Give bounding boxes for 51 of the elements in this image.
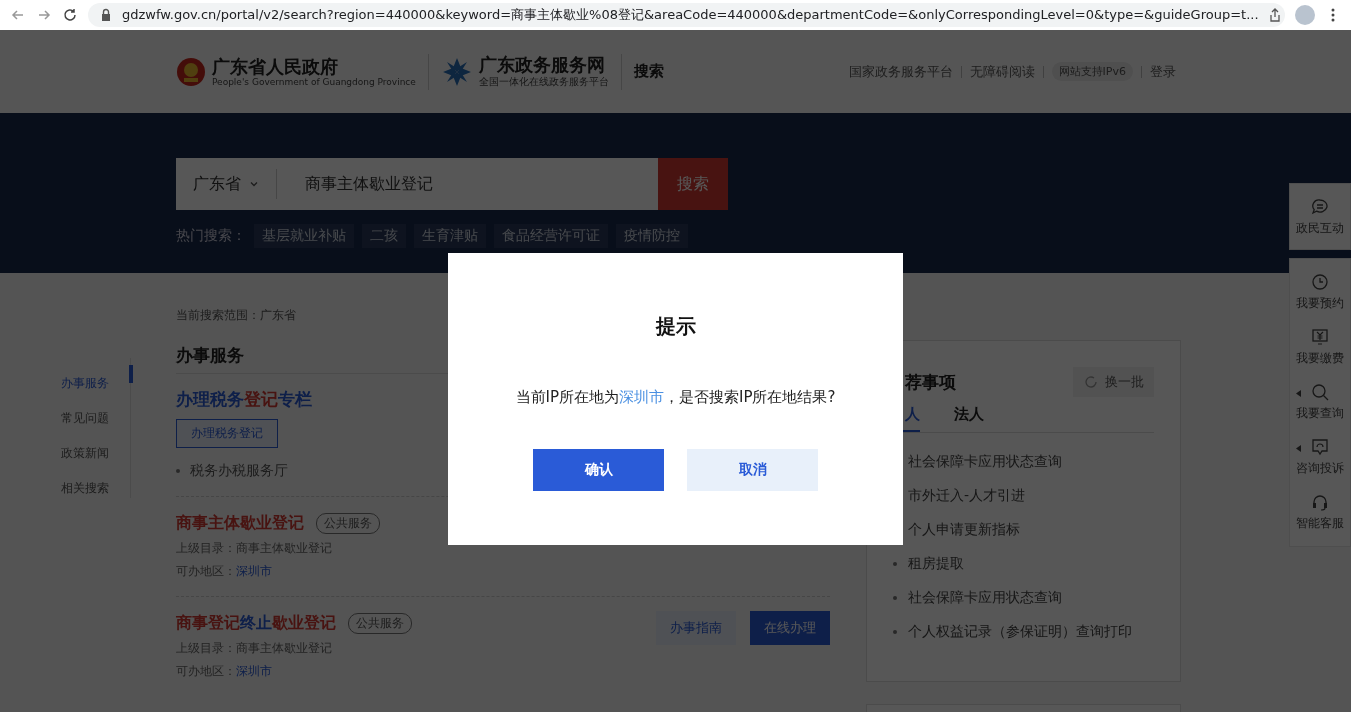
guide-button[interactable]: 办事指南 [656,611,736,645]
recommend-link[interactable]: 社会保障卡应用状态查询 [908,589,1062,607]
recommend-link[interactable]: 个人权益记录（参保证明）查询打印 [908,623,1132,641]
search-button[interactable]: 搜索 [658,158,728,210]
side-menu-item[interactable]: 政民互动 [1290,184,1350,249]
site-title: 广东省人民政府 [212,56,339,77]
message-box-icon [1311,438,1329,456]
side-menu-item[interactable]: 咨询投诉 [1290,430,1350,485]
sidebar-item[interactable]: 办事服务 [61,365,131,400]
result-title[interactable]: 商事主体歇业登记 [176,513,304,534]
address-bar[interactable]: gdzwfw.gov.cn/portal/v2/search?region=440000&keyword=商事主体歇业%08登记&areaCode=440000&departmentCode=&onlyCorrespondingLevel=0&type=&guideGroup=t... [88,3,1285,27]
caret-icon [1296,445,1301,452]
card-title: 荐事项 [905,370,956,394]
side-menu-item[interactable]: 我要缴费 [1290,320,1350,375]
bullet-icon [893,630,897,634]
tab[interactable]: 法人 [954,403,984,432]
recommend-link[interactable]: 个人申请更新指标 [908,521,1020,539]
bullet-icon [893,596,897,600]
recommend-link[interactable]: 租房提取 [908,555,964,573]
apply-online-button[interactable]: 在线办理 [750,611,830,645]
caret-icon [1296,390,1301,397]
chevron-down-icon [249,179,259,189]
bullet-icon [893,562,897,566]
reload-icon[interactable] [62,7,78,23]
area-link[interactable]: 深圳市 [236,664,272,678]
recommend-link[interactable]: 社会保障卡应用状态查询 [908,453,1062,471]
dialog-title: 提示 [655,313,696,340]
clock-icon [1311,273,1329,291]
dialog-message: 当前IP所在地为深圳市，是否搜索IP所在地结果? [515,388,836,407]
speech-bubble-icon [1311,198,1329,216]
url-text: gdzwfw.gov.cn/portal/v2/search?region=440000&keyword=商事主体歇业%08登记&areaCode=440000&departmentCode=&onlyCorrespondingLevel=0&type=&guideGroup=t... [122,6,1259,24]
location-link[interactable]: 深圳市 [619,388,664,406]
confirm-button[interactable]: 确认 [533,449,664,491]
result-title[interactable]: 商事登记终止歇业登记 [176,613,336,634]
cancel-button[interactable]: 取消 [687,449,818,491]
search-icon [1311,383,1329,401]
emblem-icon [176,56,206,87]
refresh-icon [1083,374,1099,390]
tax-registration-button[interactable]: 办理税务登记 [176,419,278,448]
yen-icon [1311,328,1329,346]
area-link[interactable]: 深圳市 [236,564,272,578]
section-title: 搜索 [633,62,664,81]
recommend-link[interactable]: 市外迁入-人才引进 [908,487,1026,505]
site-title: 广东政务服务网 [478,54,606,75]
region-select[interactable]: 广东省 [176,158,276,210]
bullet-icon [176,469,180,473]
side-menu-item[interactable]: 我要查询 [1290,375,1350,430]
search-field[interactable]: 商事主体歇业登记 [277,158,658,210]
side-menu-item[interactable]: 我要预约 [1290,265,1350,320]
headset-icon [1311,493,1329,511]
side-menu-item[interactable]: 智能客服 [1290,485,1350,540]
